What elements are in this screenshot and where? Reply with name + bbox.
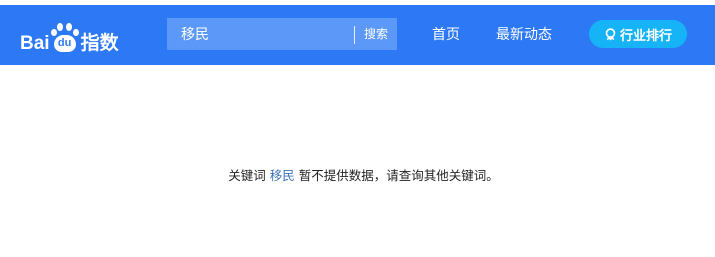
search-box: 搜索	[167, 18, 397, 50]
nav-home-link[interactable]: 首页	[432, 25, 460, 45]
baidu-index-logo[interactable]: Bai du 指数	[20, 17, 119, 53]
logo-zhishu-text: 指数	[80, 32, 119, 54]
industry-ranking-label: 行业排行	[619, 28, 672, 44]
search-button[interactable]: 搜索	[355, 18, 397, 50]
logo-bai-text: Bai	[20, 33, 50, 54]
message-keyword: 移民	[269, 168, 295, 183]
industry-ranking-button[interactable]: 行业排行	[589, 20, 687, 48]
top-navbar: Bai du 指数 搜索 首页 最新动态 行业排行	[0, 5, 715, 65]
logo-du-text: du	[53, 35, 76, 52]
nav-news-link[interactable]: 最新动态	[496, 25, 552, 45]
no-data-message: 关键词 移民 暂不提供数据，请查询其他关键词。	[0, 166, 715, 186]
message-suffix: 暂不提供数据，请查询其他关键词。	[298, 168, 499, 183]
paw-icon: du	[50, 23, 79, 53]
trophy-icon	[605, 27, 616, 41]
search-input[interactable]	[167, 18, 354, 50]
message-prefix: 关键词	[228, 168, 266, 183]
